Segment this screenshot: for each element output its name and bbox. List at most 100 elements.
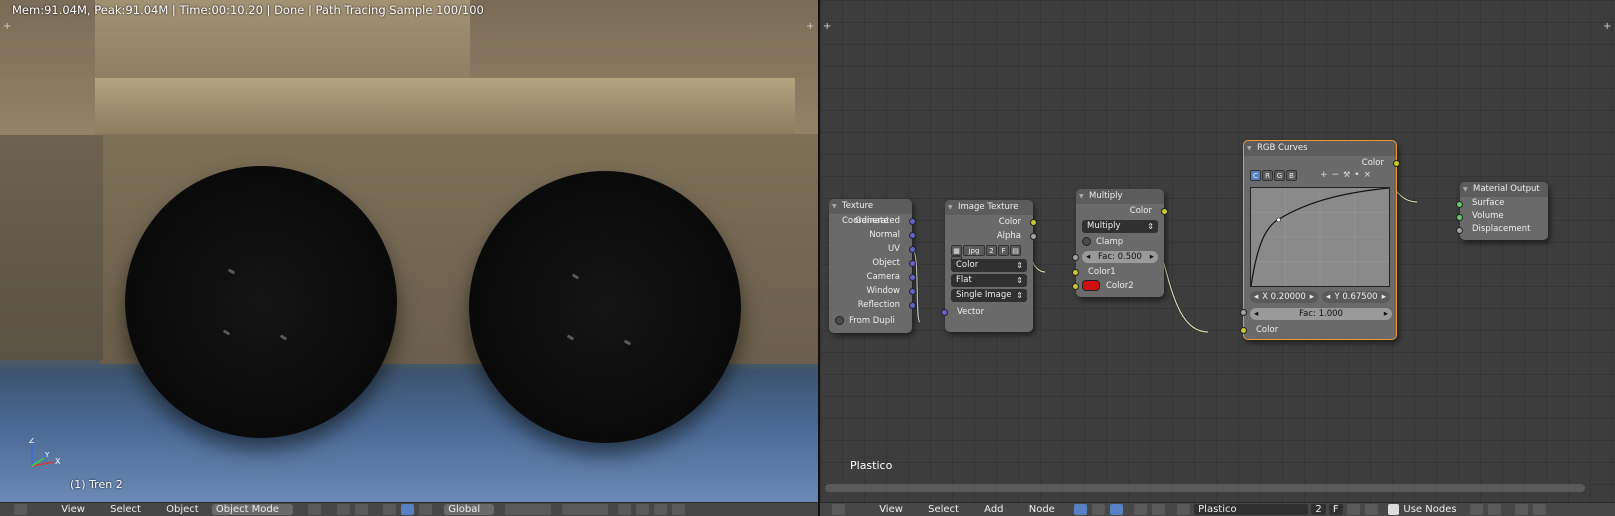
channel-r-button[interactable]: R xyxy=(1262,170,1273,181)
socket-uv-out[interactable]: UV xyxy=(829,242,916,256)
curve-graph[interactable] xyxy=(1250,187,1390,287)
socket-surface-in[interactable]: Surface xyxy=(1456,197,1548,210)
menu-node[interactable]: Node xyxy=(1029,503,1055,516)
socket-vector-in[interactable]: Vector xyxy=(941,305,1033,319)
socket-generated-out[interactable]: Generated xyxy=(829,214,916,228)
material-browse-icon[interactable] xyxy=(1176,504,1190,515)
pivot-icon[interactable] xyxy=(337,504,351,515)
socket-window-out[interactable]: Window xyxy=(829,284,916,298)
render-icon[interactable] xyxy=(672,504,686,515)
texture-nodes-icon[interactable] xyxy=(1092,504,1106,515)
menu-add[interactable]: Add xyxy=(984,503,1003,516)
node-rgb-curves[interactable]: RGB Curves Color CRGB +−⚒•× X 0.20000 xyxy=(1240,140,1400,340)
world-shader-icon[interactable] xyxy=(1151,504,1165,515)
projection-dropdown[interactable]: Flat xyxy=(951,274,1027,287)
tools-wrench-icon[interactable]: ⚒ xyxy=(1343,170,1354,179)
socket-reflection-out[interactable]: Reflection xyxy=(829,298,916,312)
unlink-material-icon[interactable] xyxy=(1365,504,1379,515)
mode-dropdown[interactable]: Object Mode xyxy=(211,504,293,515)
color2-swatch[interactable] xyxy=(1082,280,1100,291)
fake-user-button[interactable]: F xyxy=(1328,504,1343,515)
parent-node-icon[interactable] xyxy=(1487,504,1501,515)
horizontal-scrollbar[interactable] xyxy=(825,484,1585,492)
clipping-icon[interactable]: • xyxy=(1354,170,1363,180)
add-material-icon[interactable] xyxy=(1346,504,1360,515)
point-y-field[interactable]: Y 0.67500 xyxy=(1322,291,1390,303)
image-browse-icon[interactable]: ▦ xyxy=(951,245,962,256)
curve-point[interactable] xyxy=(1276,217,1281,223)
node-material-output[interactable]: Material Output Surface Volume Displacem… xyxy=(1456,182,1548,240)
socket-displacement-in[interactable]: Displacement xyxy=(1456,223,1548,236)
zoom-in-icon[interactable]: + xyxy=(1320,170,1332,180)
source-dropdown[interactable]: Single Image xyxy=(951,289,1027,302)
editor-type-icon[interactable] xyxy=(14,504,27,515)
menu-view[interactable]: View xyxy=(61,503,85,516)
lock-icon[interactable] xyxy=(617,504,631,515)
corner-widget-icon[interactable]: + xyxy=(823,22,832,32)
view3d-header: View Select Object Object Mode Global xyxy=(0,502,818,516)
layers-icon[interactable] xyxy=(355,504,369,515)
socket-color2-in[interactable]: Color2 xyxy=(1072,279,1164,293)
clamp-checkbox[interactable]: Clamp xyxy=(1076,235,1164,249)
socket-alpha-out[interactable]: Alpha xyxy=(945,229,1037,243)
orientation-dropdown[interactable]: Global xyxy=(444,504,495,515)
use-nodes-checkbox[interactable] xyxy=(1388,504,1400,515)
zoom-out-icon[interactable]: − xyxy=(1332,170,1344,180)
node-texture-coordinate[interactable]: Texture Coordinate Generated Normal UV Obje… xyxy=(829,199,916,333)
channel-b-button[interactable]: B xyxy=(1286,170,1297,181)
snap-target-icon[interactable] xyxy=(654,504,668,515)
fac-slider[interactable]: Fac: 1.000 xyxy=(1250,308,1392,320)
object-shader-icon[interactable] xyxy=(1133,504,1147,515)
socket-object-out[interactable]: Object xyxy=(829,256,916,270)
blend-type-dropdown[interactable]: Multiply xyxy=(1082,220,1158,233)
rotate-manipulator-icon[interactable] xyxy=(400,504,414,515)
socket-volume-in[interactable]: Volume xyxy=(1456,210,1548,223)
shader-nodes-icon[interactable] xyxy=(1074,504,1088,515)
open-image-icon[interactable]: ▤ xyxy=(1010,245,1021,256)
compositing-nodes-icon[interactable] xyxy=(1110,504,1124,515)
scale-manipulator-icon[interactable] xyxy=(419,504,433,515)
material-name-field[interactable]: Plastico xyxy=(1194,504,1309,515)
socket-label: Reflection xyxy=(857,300,900,310)
socket-normal-out[interactable]: Normal xyxy=(829,228,916,242)
translate-manipulator-icon[interactable] xyxy=(382,504,396,515)
layer-buttons-icon[interactable] xyxy=(505,504,552,515)
socket-color1-in[interactable]: Color1 xyxy=(1072,265,1164,279)
point-x-field[interactable]: X 0.20000 xyxy=(1250,291,1318,303)
viewport-shading-icon[interactable] xyxy=(308,504,322,515)
auto-render-icon[interactable] xyxy=(1533,504,1547,515)
delete-point-icon[interactable]: × xyxy=(1364,170,1376,180)
corner-widget-icon[interactable]: + xyxy=(1603,22,1612,32)
image-selector[interactable]: ▦jpg2F▤× xyxy=(951,245,1027,267)
snap-icon[interactable] xyxy=(1469,504,1483,515)
menu-view[interactable]: View xyxy=(879,503,903,516)
menu-select[interactable]: Select xyxy=(928,503,959,516)
socket-color-out[interactable]: Color xyxy=(1244,156,1400,170)
channel-c-button[interactable]: C xyxy=(1250,170,1261,181)
from-dupli-checkbox[interactable]: From Dupli xyxy=(829,314,912,328)
socket-camera-out[interactable]: Camera xyxy=(829,270,916,284)
socket-label: Color xyxy=(998,217,1021,227)
image-name-field[interactable]: jpg xyxy=(963,245,985,256)
corner-widget-icon[interactable]: + xyxy=(806,22,815,32)
snap-icon[interactable] xyxy=(635,504,649,515)
layer-buttons-icon[interactable] xyxy=(561,504,608,515)
channel-g-button[interactable]: G xyxy=(1274,170,1285,181)
fake-user-button[interactable]: F xyxy=(998,245,1009,256)
color-space-dropdown[interactable]: Color xyxy=(951,259,1027,272)
menu-object[interactable]: Object xyxy=(166,503,199,516)
fac-slider[interactable]: Fac: 0.500 xyxy=(1082,251,1158,263)
node-editor[interactable]: Texture Coordinate Generated Normal UV Obje… xyxy=(820,0,1615,502)
backdrop-icon[interactable] xyxy=(1515,504,1529,515)
3d-viewport[interactable]: Mem:91.04M, Peak:91.04M | Time:00:10.20 … xyxy=(0,0,818,502)
editor-type-icon[interactable] xyxy=(832,504,845,515)
node-image-texture[interactable]: Image Texture Color Alpha ▦jpg2F▤× Color… xyxy=(941,200,1037,332)
socket-color-out[interactable]: Color xyxy=(1076,204,1168,218)
node-multiply[interactable]: Multiply Color Multiply Clamp Fac: 0.500… xyxy=(1072,189,1168,297)
socket-color-out[interactable]: Color xyxy=(945,215,1037,229)
menu-select[interactable]: Select xyxy=(110,503,141,516)
socket-label: Vector xyxy=(957,307,985,317)
socket-color-in[interactable]: Color xyxy=(1240,323,1398,337)
corner-widget-icon[interactable]: + xyxy=(3,22,12,32)
node-title: Material Output xyxy=(1460,182,1548,197)
